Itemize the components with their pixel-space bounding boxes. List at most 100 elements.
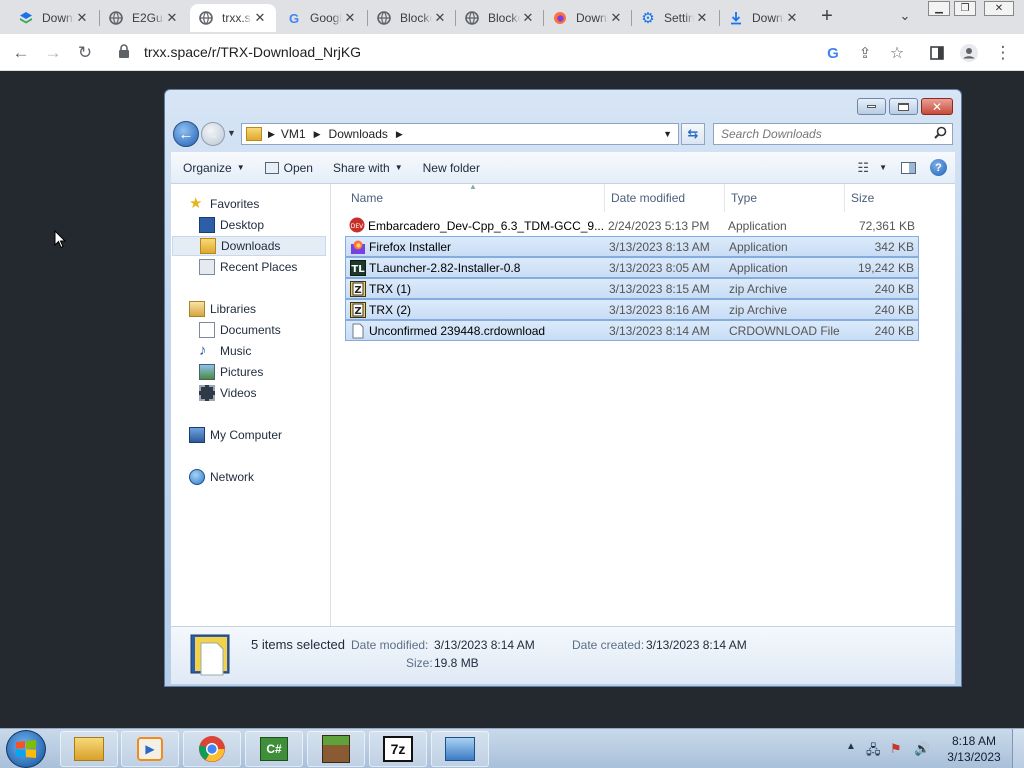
close-window-icon[interactable]: ✕ xyxy=(984,1,1014,16)
back-arrow-icon[interactable]: ← xyxy=(8,40,34,66)
start-button-windows-icon[interactable] xyxy=(6,730,46,768)
nav-recent-places[interactable]: Recent Places xyxy=(199,257,297,277)
file-row-selected[interactable]: Z TRX (1) 3/13/2023 8:15 AM zip Archive … xyxy=(345,278,919,299)
taskbar-minecraft[interactable] xyxy=(307,731,365,767)
back-arrow-icon[interactable]: ← xyxy=(173,121,199,147)
close-tab-icon[interactable]: ✕ xyxy=(694,10,710,26)
nav-my-computer[interactable]: My Computer xyxy=(189,425,282,445)
side-panel-icon[interactable] xyxy=(924,40,950,66)
column-header-date-modified[interactable]: Date modified xyxy=(605,184,725,212)
breadcrumb-chevron-icon[interactable]: ▶ xyxy=(396,129,403,140)
nav-favorites[interactable]: ★ Favorites xyxy=(189,194,259,214)
minimize-icon[interactable] xyxy=(857,98,886,115)
nav-downloads[interactable]: Downloads xyxy=(172,236,326,256)
search-placeholder: Search Downloads xyxy=(721,127,822,141)
svg-text:Z: Z xyxy=(354,306,361,317)
breadcrumb-vm1[interactable]: VM1 xyxy=(281,127,306,141)
address-bar[interactable]: trxx.space/r/TRX-Download_NrjKG xyxy=(108,38,916,66)
breadcrumb-downloads[interactable]: Downloads xyxy=(329,127,388,141)
close-tab-icon[interactable]: ✕ xyxy=(164,10,180,26)
column-header-size[interactable]: Size xyxy=(845,184,921,212)
nav-documents[interactable]: Documents xyxy=(199,320,281,340)
close-icon[interactable]: ✕ xyxy=(921,98,953,115)
share-with-button[interactable]: Share with ▼ xyxy=(323,156,413,180)
restore-window-icon[interactable]: ❐ xyxy=(954,1,976,16)
tab-blocked-2[interactable]: Blocked ✕ xyxy=(456,4,544,32)
column-header-name[interactable]: Name ▲ xyxy=(345,182,605,212)
tab-search-chevron-icon[interactable]: ⌄ xyxy=(896,8,914,26)
share-icon[interactable]: ⇪ xyxy=(852,40,878,66)
file-row-selected[interactable]: Unconfirmed 239448.crdownload 3/13/2023 … xyxy=(345,320,919,341)
tab-google[interactable]: G Google ✕ xyxy=(278,4,366,32)
close-tab-icon[interactable]: ✕ xyxy=(432,10,448,26)
maximize-icon[interactable] xyxy=(889,98,918,115)
tab-e2guardian[interactable]: E2Guardian ✕ xyxy=(100,4,188,32)
nav-label: Desktop xyxy=(220,218,265,232)
file-row-selected[interactable]: Firefox Installer 3/13/2023 8:13 AM Appl… xyxy=(345,236,919,257)
taskbar-chrome[interactable] xyxy=(183,731,241,767)
address-breadcrumb[interactable]: ▶ VM1 ▶ Downloads ▶ ▼ xyxy=(241,123,679,145)
profile-avatar-icon[interactable] xyxy=(956,40,982,66)
tab-download-2[interactable]: Download ✕ xyxy=(544,4,632,32)
taskbar-windows-explorer[interactable] xyxy=(60,731,118,767)
show-hidden-icons-icon[interactable]: ▲ xyxy=(846,741,856,752)
close-tab-icon[interactable]: ✕ xyxy=(784,10,800,26)
tab-blocked-1[interactable]: Blocked ✕ xyxy=(368,4,456,32)
nav-music[interactable]: ♪ Music xyxy=(199,341,251,361)
tab-trxx-space[interactable]: trxx.space ✕ xyxy=(190,4,276,32)
close-tab-icon[interactable]: ✕ xyxy=(252,10,268,26)
help-button[interactable]: ? xyxy=(926,156,955,180)
show-desktop-button[interactable] xyxy=(1012,729,1024,768)
system-clock[interactable]: 8:18 AM 3/13/2023 xyxy=(940,733,1008,765)
breadcrumb-chevron-icon[interactable]: ▶ xyxy=(314,129,321,140)
nav-pictures[interactable]: Pictures xyxy=(199,362,263,382)
close-tab-icon[interactable]: ✕ xyxy=(74,10,90,26)
close-tab-icon[interactable]: ✕ xyxy=(342,10,358,26)
reload-icon[interactable]: ↻ xyxy=(72,40,98,66)
column-header-type[interactable]: Type xyxy=(725,184,845,212)
nav-network[interactable]: Network xyxy=(189,467,254,487)
forward-arrow-icon[interactable]: → xyxy=(40,40,66,66)
minecraft-icon xyxy=(322,735,350,763)
tab-download-1[interactable]: Download ✕ xyxy=(10,4,98,32)
organize-button[interactable]: Organize ▼ xyxy=(171,156,255,180)
bookmark-star-icon[interactable]: ☆ xyxy=(884,40,910,66)
taskbar-media-player[interactable]: ▶ xyxy=(121,731,179,767)
volume-speaker-icon[interactable]: 🔊 xyxy=(914,741,930,757)
forward-arrow-icon[interactable]: → xyxy=(201,122,225,146)
chrome-menu-icon[interactable]: ⋮ xyxy=(990,40,1016,66)
taskbar-7zip[interactable]: 7z xyxy=(369,731,427,767)
google-lens-icon[interactable]: G xyxy=(820,40,846,66)
taskbar-control-panel[interactable] xyxy=(431,731,489,767)
refresh-icon[interactable]: ⇆ xyxy=(681,123,705,145)
globe-icon xyxy=(464,10,480,26)
desktop-icon xyxy=(199,217,215,233)
nav-desktop[interactable]: Desktop xyxy=(199,215,264,235)
breadcrumb-chevron-icon[interactable]: ▶ xyxy=(268,129,275,140)
address-dropdown-icon[interactable]: ▼ xyxy=(663,129,672,139)
network-tray-icon[interactable]: 🖧 xyxy=(866,741,881,763)
file-row-selected[interactable]: Z TRX (2) 3/13/2023 8:16 AM zip Archive … xyxy=(345,299,919,320)
file-row[interactable]: DEV Embarcadero_Dev-Cpp_6.3_TDM-GCC_9...… xyxy=(345,215,919,236)
recent-pages-chevron-icon[interactable]: ▼ xyxy=(227,128,236,138)
file-type: Application xyxy=(729,239,788,254)
close-tab-icon[interactable]: ✕ xyxy=(520,10,536,26)
preview-pane-button[interactable] xyxy=(891,156,926,180)
gear-icon: ⚙ xyxy=(641,10,655,27)
nav-videos[interactable]: Videos xyxy=(199,383,256,403)
tab-downloads[interactable]: Downloads ✕ xyxy=(720,4,808,32)
file-date: 3/13/2023 8:13 AM xyxy=(609,239,710,254)
taskbar-csharp-editor[interactable]: C# xyxy=(245,731,303,767)
file-row-selected[interactable]: TL TLauncher-2.82-Installer-0.8 3/13/202… xyxy=(345,257,919,278)
tab-settings[interactable]: ⚙ Settings ✕ xyxy=(632,4,718,32)
change-view-button[interactable]: ☷ ▼ xyxy=(853,156,891,180)
nav-libraries[interactable]: Libraries xyxy=(189,299,256,319)
new-tab-plus-icon[interactable]: + xyxy=(816,6,838,28)
action-center-flag-icon[interactable]: ⚑ xyxy=(890,741,902,757)
open-button[interactable]: Open xyxy=(255,156,323,180)
minimize-window-icon[interactable]: ▁ xyxy=(928,1,950,16)
new-folder-button[interactable]: New folder xyxy=(413,156,490,180)
tlauncher-icon: TL xyxy=(350,260,366,276)
close-tab-icon[interactable]: ✕ xyxy=(608,10,624,26)
search-input[interactable]: Search Downloads xyxy=(713,123,953,145)
